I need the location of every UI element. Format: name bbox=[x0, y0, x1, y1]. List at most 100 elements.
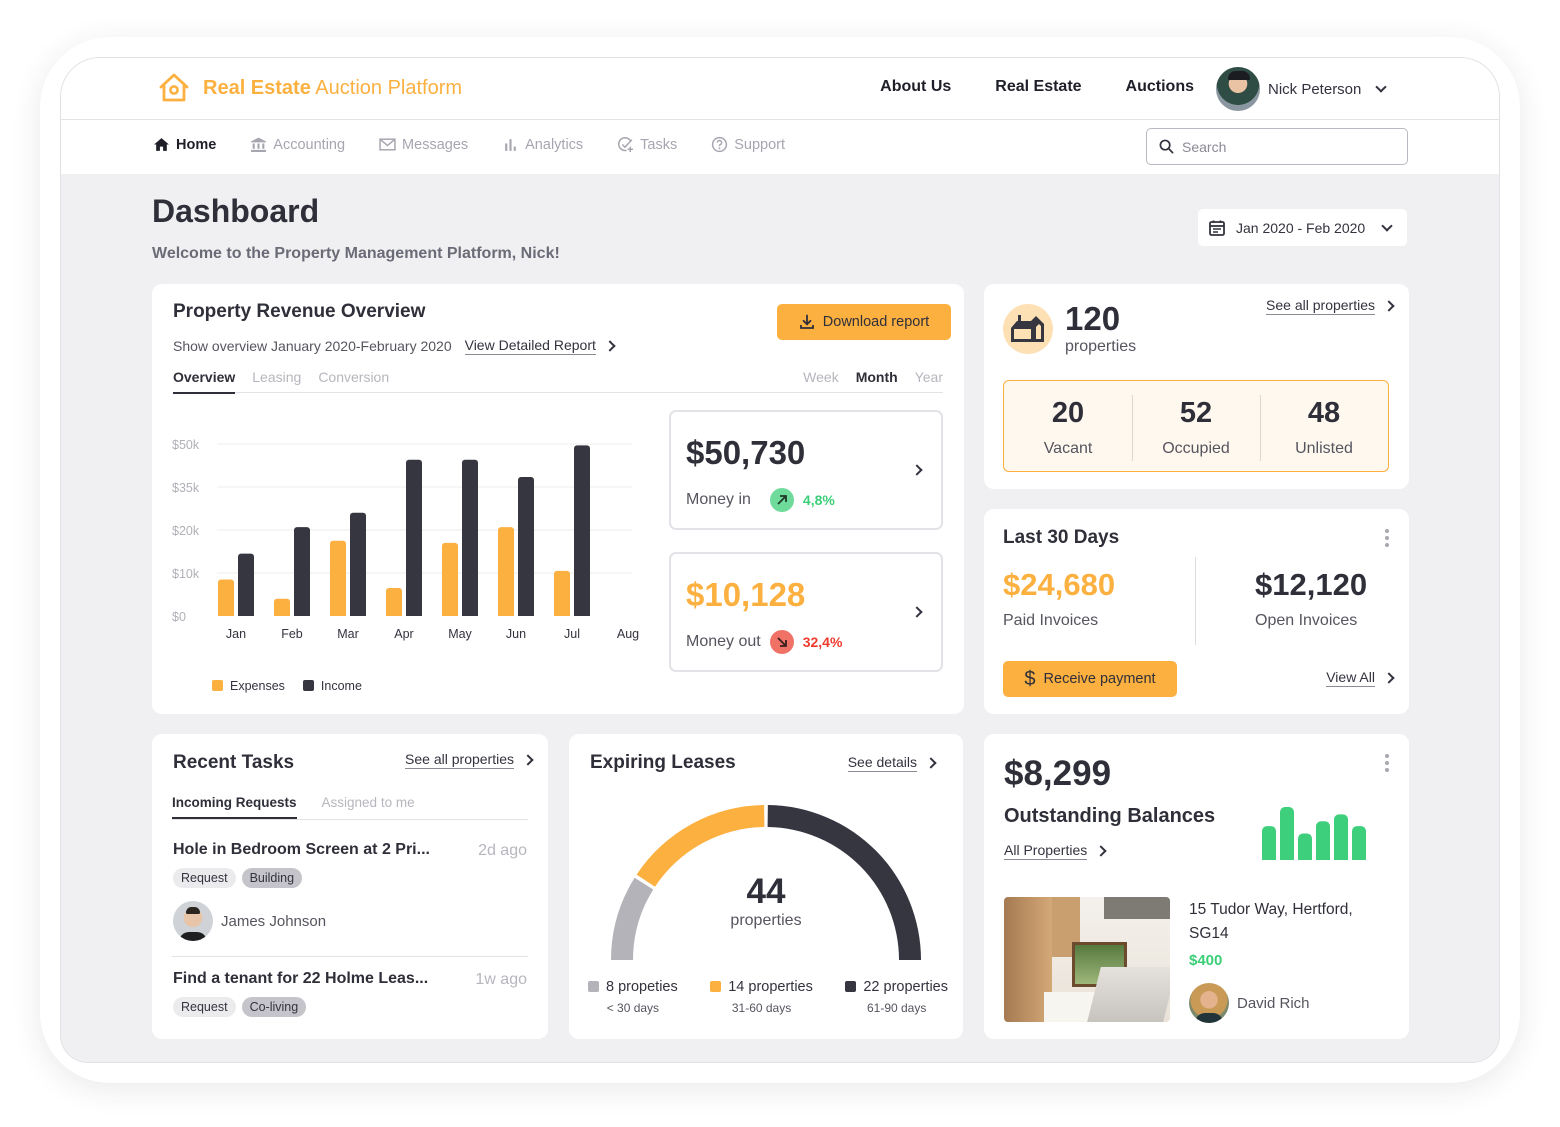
see-all-properties-link[interactable]: See all properties bbox=[1266, 297, 1375, 315]
income-bar bbox=[238, 553, 254, 616]
stat-label: Occupied bbox=[1162, 439, 1230, 457]
tab-leasing[interactable]: Leasing bbox=[252, 369, 301, 394]
income-bar bbox=[518, 476, 534, 616]
mini-bar-base bbox=[1280, 854, 1294, 860]
tab-incoming-requests[interactable]: Incoming Requests bbox=[172, 795, 297, 819]
period-month[interactable]: Month bbox=[856, 369, 898, 385]
more-options-icon[interactable] bbox=[1385, 754, 1389, 772]
dollar-icon: $ bbox=[1024, 667, 1036, 690]
top-bar: Real Estate Auction Platform About Us Re… bbox=[61, 58, 1499, 120]
task-check-icon bbox=[618, 137, 634, 152]
money-out-amount: $10,128 bbox=[686, 576, 806, 613]
chevron-down-icon bbox=[1375, 81, 1388, 93]
expiring-leases-title: Expiring Leases bbox=[590, 752, 736, 773]
stat-value: 52 bbox=[1179, 396, 1213, 429]
receive-payment-button[interactable]: $ Receive payment bbox=[1003, 661, 1177, 697]
task-item[interactable]: Hole in Bedroom Screen at 2 Pri... 2d ag… bbox=[173, 841, 529, 941]
legend-swatch bbox=[212, 680, 223, 691]
nav-item-tasks[interactable]: Tasks bbox=[617, 136, 677, 153]
revenue-overview-card: Property Revenue Overview Show overview … bbox=[152, 284, 964, 714]
search-input[interactable] bbox=[1182, 138, 1392, 155]
chevron-right-icon bbox=[911, 606, 923, 618]
period-year[interactable]: Year bbox=[915, 369, 943, 385]
period-week[interactable]: Week bbox=[803, 369, 839, 385]
download-report-button[interactable]: Download report bbox=[777, 304, 951, 340]
y-tick-label: $20k bbox=[172, 524, 200, 538]
view-detailed-report-link[interactable]: View Detailed Report bbox=[464, 337, 596, 355]
x-tick-label: Jun bbox=[506, 627, 526, 641]
money-in-card[interactable]: $50,730 Money in 4,8% bbox=[669, 410, 943, 530]
chevron-down-icon bbox=[1381, 219, 1393, 232]
assignee-name: James Johnson bbox=[221, 912, 327, 930]
chevron-right-icon bbox=[911, 464, 923, 476]
welcome-message: Welcome to the Property Management Platf… bbox=[152, 245, 560, 262]
download-report-label: Download report bbox=[822, 314, 930, 330]
nav-item-analytics[interactable]: Analytics bbox=[502, 136, 583, 153]
tab-overview[interactable]: Overview bbox=[173, 369, 236, 394]
date-range-value: Jan 2020 - Feb 2020 bbox=[1236, 219, 1366, 236]
outstanding-mini-chart bbox=[1262, 807, 1366, 860]
nav-item-home[interactable]: Home bbox=[153, 136, 216, 153]
top-link-real-estate[interactable]: Real Estate bbox=[995, 78, 1081, 96]
nav-item-support[interactable]: Support bbox=[711, 136, 785, 153]
owner-avatar bbox=[1189, 983, 1229, 1023]
search-box[interactable] bbox=[1146, 128, 1408, 165]
expenses-bar bbox=[218, 579, 234, 616]
see-all-tasks-link[interactable]: See all properties bbox=[405, 751, 514, 769]
stat-label: Unlisted bbox=[1295, 439, 1353, 457]
x-tick-label: Aug bbox=[617, 627, 639, 641]
revenue-subtitle: Show overview January 2020-February 2020 bbox=[173, 338, 452, 354]
money-out-card[interactable]: $10,128 Money out 32,4% bbox=[669, 552, 943, 672]
expiring-leases-card: Expiring Leases See details 44 propertie… bbox=[569, 734, 963, 1039]
income-bar-base bbox=[574, 612, 590, 616]
property-stats: 20 Vacant 52 Occupied 48 Unlisted bbox=[1003, 380, 1389, 472]
all-properties-link[interactable]: All Properties bbox=[1004, 842, 1088, 860]
income-bar-base bbox=[462, 612, 478, 616]
last30-title: Last 30 Days bbox=[1003, 527, 1120, 548]
tab-conversion[interactable]: Conversion bbox=[318, 369, 389, 394]
stat-unlisted[interactable]: 48 Unlisted bbox=[1260, 385, 1388, 468]
outstanding-title: Outstanding Balances bbox=[1004, 805, 1216, 827]
view-all-link[interactable]: View All bbox=[1326, 669, 1375, 687]
task-item[interactable]: Find a tenant for 22 Holme Leas... 1w ag… bbox=[173, 970, 529, 1017]
expenses-bar-base bbox=[386, 612, 402, 616]
legend-income: Income bbox=[302, 679, 362, 693]
tag-co-living: Co-living bbox=[241, 997, 307, 1017]
tasks-tabs: Incoming Requests Assigned to me bbox=[172, 795, 415, 819]
outstanding-balances-card: $8,299 Outstanding Balances All Properti… bbox=[984, 734, 1409, 1039]
user-menu[interactable]: Nick Peterson bbox=[1216, 67, 1388, 111]
income-bar bbox=[574, 445, 590, 616]
mail-icon bbox=[379, 138, 396, 151]
revenue-bar-chart: $0 $10k $20k $35k $50k Jan Feb Mar Apr May Jun Jul A… bbox=[172, 438, 639, 641]
open-invoices-label: Open Invoices bbox=[1255, 612, 1358, 629]
assignee-avatar bbox=[173, 901, 213, 941]
nav-item-messages[interactable]: Messages bbox=[379, 136, 468, 153]
house-icon bbox=[1003, 304, 1053, 354]
tab-assigned-to-me[interactable]: Assigned to me bbox=[322, 795, 415, 819]
calendar-icon bbox=[1209, 220, 1225, 236]
expenses-bar bbox=[554, 570, 570, 616]
app-window: Real Estate Auction Platform About Us Re… bbox=[60, 57, 1500, 1063]
top-link-auctions[interactable]: Auctions bbox=[1126, 78, 1194, 96]
property-photo[interactable] bbox=[1004, 897, 1170, 1022]
brand-logo[interactable]: Real Estate Auction Platform bbox=[157, 71, 462, 105]
date-range-picker[interactable]: Jan 2020 - Feb 2020 bbox=[1198, 209, 1407, 246]
home-icon bbox=[154, 138, 169, 151]
more-options-icon[interactable] bbox=[1385, 529, 1389, 547]
stat-occupied[interactable]: 52 Occupied bbox=[1132, 385, 1260, 468]
nav-label: Tasks bbox=[640, 136, 678, 153]
see-details-link[interactable]: See details bbox=[847, 754, 917, 772]
stat-vacant[interactable]: 20 Vacant bbox=[1004, 385, 1132, 468]
property-address[interactable]: 15 Tudor Way, Hertford, SG14 bbox=[1189, 898, 1389, 946]
x-tick-label: Jul bbox=[564, 627, 580, 641]
mini-bar-base bbox=[1334, 854, 1348, 860]
legend-swatch bbox=[845, 981, 857, 992]
nav-item-accounting[interactable]: Accounting bbox=[250, 136, 345, 153]
divider bbox=[1195, 557, 1196, 645]
last-30-days-card: Last 30 Days $24,680 Paid Invoices $12,1… bbox=[984, 509, 1409, 714]
trend-down-icon bbox=[769, 630, 794, 654]
top-link-about-us[interactable]: About Us bbox=[880, 78, 951, 96]
y-tick-label: $35k bbox=[172, 481, 200, 495]
mini-bar-base bbox=[1316, 854, 1330, 860]
expenses-bar-base bbox=[498, 612, 514, 616]
